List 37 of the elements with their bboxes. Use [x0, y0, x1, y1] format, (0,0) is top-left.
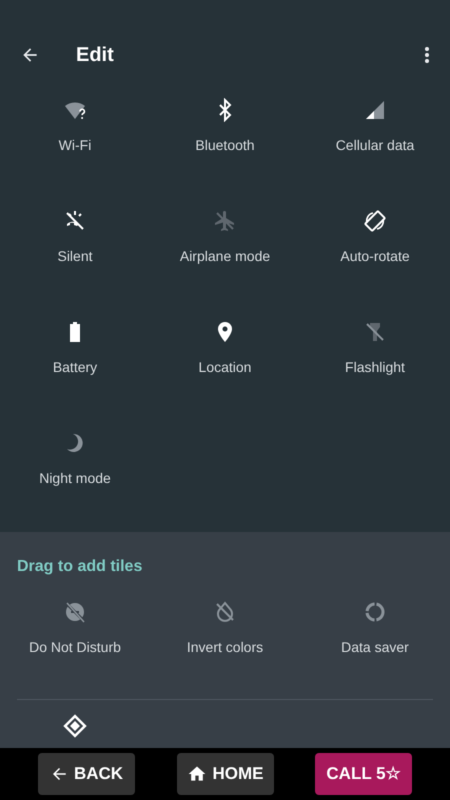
quick-setting-tile[interactable]: Invert colors [150, 590, 300, 693]
quick-setting-tile[interactable]: Battery [0, 310, 150, 421]
airplane-icon [213, 209, 237, 233]
home-button[interactable]: HOME [176, 753, 274, 795]
tile-label: Battery [52, 358, 98, 377]
quick-setting-tile[interactable]: Location [150, 310, 300, 421]
quick-setting-tile[interactable]: Wi-Fi [0, 88, 150, 199]
quick-setting-tile[interactable]: Data saver [300, 590, 450, 693]
tile-label: Night mode [39, 469, 111, 488]
tile-label: Cellular data [336, 136, 414, 155]
tile-label: Do Not Disturb [29, 638, 121, 657]
back-button[interactable]: BACK [38, 753, 135, 795]
quick-setting-tile[interactable]: Flashlight [300, 310, 450, 421]
section-title: Drag to add tiles [16, 557, 144, 577]
tile-label: Bluetooth [195, 136, 255, 155]
quick-setting-tile[interactable]: Auto-rotate [300, 199, 450, 310]
more-options-icon[interactable] [424, 46, 430, 64]
call-button[interactable]: CALL 5☆ [315, 753, 412, 795]
quick-setting-tile[interactable]: Night mode [0, 421, 150, 532]
quick-setting-tile[interactable]: Bluetooth [150, 88, 300, 199]
tile-label: Data saver [341, 638, 409, 657]
diamond-icon [63, 714, 87, 738]
ring-icon [363, 600, 387, 624]
tile-label: Flashlight [345, 358, 405, 377]
tile-label: Auto-rotate [340, 247, 410, 266]
tile-label: Wi-Fi [58, 136, 92, 155]
do-not-disturb-icon [63, 600, 87, 624]
quick-setting-tile[interactable]: Silent [0, 199, 150, 310]
tile-label: Airplane mode [180, 247, 270, 266]
quick-setting-tile[interactable]: Airplane mode [150, 199, 300, 310]
tile-label: Silent [57, 247, 93, 266]
quick-setting-tile[interactable]: Do Not Disturb [0, 590, 150, 693]
screen-title: Edit [76, 43, 114, 68]
tile-label: Location [198, 358, 252, 377]
tile-label: Invert colors [186, 638, 264, 657]
quick-setting-tile[interactable]: Cellular data [300, 88, 450, 199]
rotate-icon [363, 209, 387, 233]
